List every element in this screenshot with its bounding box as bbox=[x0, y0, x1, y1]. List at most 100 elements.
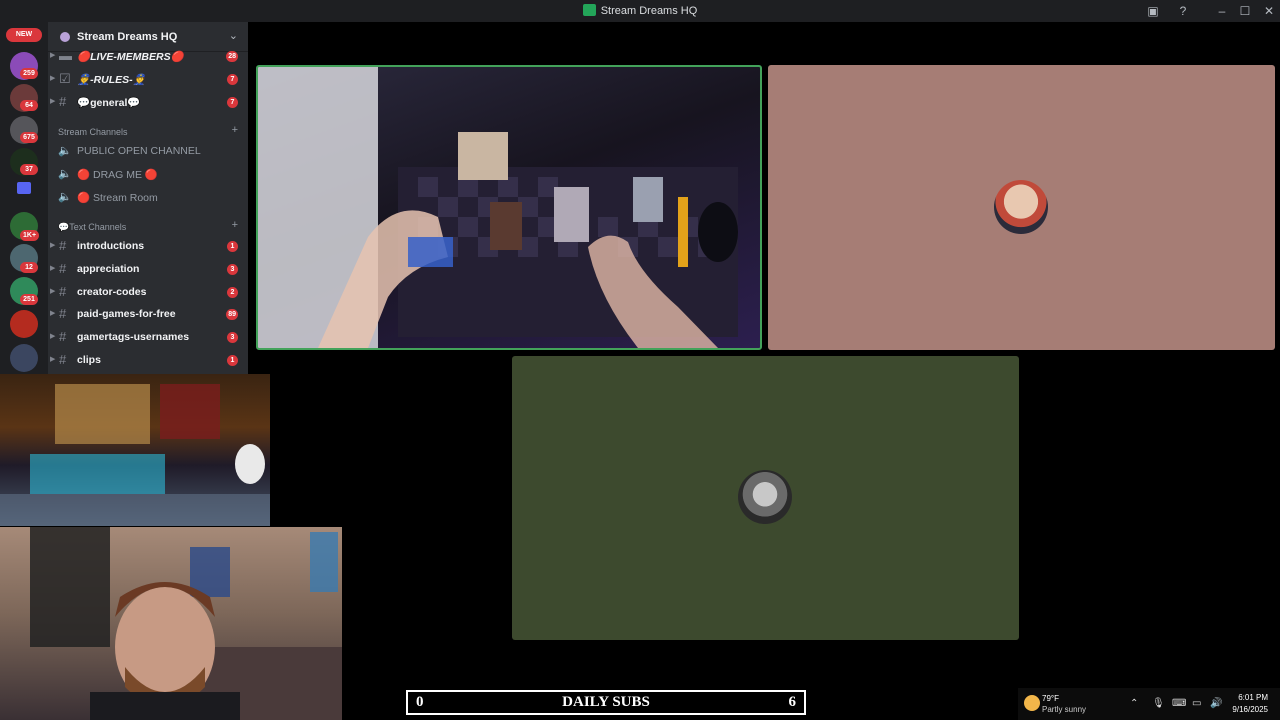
speaker-icon: 🔈 bbox=[58, 145, 72, 157]
unread-arrow-icon: ▶ bbox=[50, 288, 56, 295]
unread-arrow-icon: ▶ bbox=[50, 75, 56, 82]
channel-item[interactable]: ▶ # appreciation 3 bbox=[50, 259, 242, 279]
server-badge: 12 bbox=[20, 262, 38, 273]
channel-item[interactable]: ▶ # 💬general💬 7 bbox=[50, 92, 242, 112]
weather-temperature[interactable]: 79°F bbox=[1042, 694, 1059, 703]
mention-count: 7 bbox=[227, 97, 238, 108]
unread-arrow-icon: ▶ bbox=[50, 333, 56, 340]
subs-label: DAILY SUBS bbox=[562, 694, 650, 710]
hash-icon: # bbox=[59, 329, 67, 344]
mention-count: 7 bbox=[227, 74, 238, 85]
weather-icon[interactable] bbox=[1024, 695, 1040, 711]
discord-logo-icon bbox=[582, 4, 596, 16]
chevron-down-icon[interactable]: ⌄ bbox=[229, 29, 238, 42]
screen-share-tile[interactable] bbox=[256, 65, 762, 350]
channel-item[interactable]: ▶ # clips 1 bbox=[50, 350, 242, 370]
minimize-icon[interactable]: – bbox=[1214, 3, 1230, 19]
channel-sidebar: Stream Dreams HQ ⌄ ▶ ▬ 🔴LIVE-MEMBERS🔴 28… bbox=[48, 22, 248, 374]
chevron-up-icon[interactable]: ⌃ bbox=[1130, 698, 1138, 709]
channel-label: 👮-RULES-👮 bbox=[77, 74, 146, 86]
avatar bbox=[738, 470, 792, 524]
channel-label: PUBLIC OPEN CHANNEL bbox=[77, 145, 201, 157]
channel-label: clips bbox=[77, 354, 101, 366]
hash-icon: # bbox=[59, 352, 67, 367]
channel-label: paid-games-for-free bbox=[77, 308, 176, 320]
rules-icon: ☑ bbox=[59, 71, 71, 86]
server-badge: 259 bbox=[20, 68, 38, 79]
maximize-icon[interactable]: ☐ bbox=[1237, 3, 1253, 19]
microphone-icon[interactable]: 🎙 bbox=[1152, 698, 1165, 709]
server-badge: 64 bbox=[20, 100, 38, 111]
speaker-icon: 🔈 bbox=[58, 191, 72, 203]
avatar bbox=[994, 180, 1048, 234]
channel-item[interactable]: ▶ # creator-codes 2 bbox=[50, 282, 242, 302]
server-name: Stream Dreams HQ bbox=[77, 31, 178, 43]
server-icon[interactable] bbox=[10, 344, 38, 372]
voice-channel-item[interactable]: 🔈 PUBLIC OPEN CHANNEL bbox=[56, 141, 242, 161]
server-badge: 37 bbox=[20, 164, 38, 175]
server-badge: 675 bbox=[20, 132, 38, 143]
mention-count: 1 bbox=[227, 355, 238, 366]
desk-camera-scene bbox=[0, 384, 270, 526]
channel-label: introductions bbox=[77, 240, 145, 252]
channel-label: gamertags-usernames bbox=[77, 331, 190, 343]
add-channel-icon[interactable]: + bbox=[232, 124, 238, 136]
voice-channel-item[interactable]: 🔈 🔴 DRAG ME 🔴 bbox=[56, 164, 242, 184]
mention-count: 3 bbox=[227, 332, 238, 343]
window-title: Stream Dreams HQ bbox=[0, 4, 1280, 17]
hash-icon: # bbox=[59, 261, 67, 276]
mention-count: 2 bbox=[227, 287, 238, 298]
volume-icon[interactable]: 🔊 bbox=[1210, 698, 1222, 709]
hash-icon: # bbox=[59, 238, 67, 253]
clock-date[interactable]: 9/16/2025 bbox=[1232, 705, 1268, 714]
desk-camera-overlay bbox=[0, 374, 270, 526]
channel-label: 🔴 DRAG ME 🔴 bbox=[77, 169, 158, 181]
mention-count: 3 bbox=[227, 264, 238, 275]
channel-item[interactable]: ▶ # introductions 1 bbox=[50, 236, 242, 256]
daily-subs-bar: 0 DAILY SUBS 6 bbox=[406, 690, 806, 715]
channel-label: 💬general💬 bbox=[77, 97, 141, 109]
server-boost-icon bbox=[60, 32, 70, 42]
mention-count: 1 bbox=[227, 241, 238, 252]
clock-time[interactable]: 6:01 PM bbox=[1238, 693, 1268, 702]
server-badge: 251 bbox=[20, 294, 38, 305]
channel-label: appreciation bbox=[77, 263, 140, 275]
voice-channel-item[interactable]: 🔈 🔴 Stream Room bbox=[56, 187, 242, 207]
speaker-icon: 🔈 bbox=[58, 168, 72, 180]
folder-icon[interactable] bbox=[17, 182, 31, 194]
title-bar: Stream Dreams HQ ▣ ? – ☐ ✕ bbox=[0, 0, 1280, 22]
inbox-icon[interactable]: ▣ bbox=[1145, 3, 1161, 19]
channel-item[interactable]: ▶ # paid-games-for-free 89 bbox=[50, 304, 242, 324]
channel-item[interactable]: ▶ ▬ 🔴LIVE-MEMBERS🔴 28 bbox=[50, 46, 242, 66]
unread-arrow-icon: ▶ bbox=[50, 310, 56, 317]
unread-arrow-icon: ▶ bbox=[50, 356, 56, 363]
add-channel-icon[interactable]: + bbox=[232, 219, 238, 231]
unread-arrow-icon: ▶ bbox=[50, 52, 56, 59]
channel-label: creator-codes bbox=[77, 286, 147, 298]
mention-count: 28 bbox=[226, 51, 238, 62]
face-camera-overlay bbox=[0, 527, 342, 720]
window-title-text: Stream Dreams HQ bbox=[600, 5, 698, 17]
server-badge: 1K+ bbox=[20, 230, 40, 241]
category-stream-channels[interactable]: Stream Channels bbox=[58, 127, 128, 137]
category-text-channels[interactable]: 💬Text Channels bbox=[58, 222, 126, 233]
unread-arrow-icon: ▶ bbox=[50, 242, 56, 249]
hash-icon: # bbox=[59, 284, 67, 299]
stream-scene bbox=[258, 67, 738, 348]
hash-icon: # bbox=[59, 94, 67, 109]
weather-condition[interactable]: Partly sunny bbox=[1042, 705, 1086, 714]
keyboard-icon[interactable]: ⌨ bbox=[1172, 698, 1186, 709]
channel-item[interactable]: ▶ # gamertags-usernames 3 bbox=[50, 327, 242, 347]
help-icon[interactable]: ? bbox=[1175, 3, 1191, 19]
participant-tile[interactable] bbox=[768, 65, 1275, 350]
new-badge[interactable]: NEW bbox=[6, 28, 42, 42]
channel-item[interactable]: ▶ ☑ 👮-RULES-👮 7 bbox=[50, 69, 242, 89]
participant-tile[interactable] bbox=[512, 356, 1019, 640]
close-icon[interactable]: ✕ bbox=[1261, 3, 1277, 19]
face-camera-scene bbox=[30, 527, 342, 720]
hash-icon: # bbox=[59, 306, 67, 321]
channel-label: 🔴LIVE-MEMBERS🔴 bbox=[77, 51, 184, 63]
network-icon[interactable]: ▭ bbox=[1192, 698, 1201, 709]
server-icon[interactable] bbox=[10, 310, 38, 338]
system-tray: 79°F Partly sunny ⌃ 🎙 ⌨ ▭ 🔊 6:01 PM 9/16… bbox=[1018, 688, 1280, 720]
